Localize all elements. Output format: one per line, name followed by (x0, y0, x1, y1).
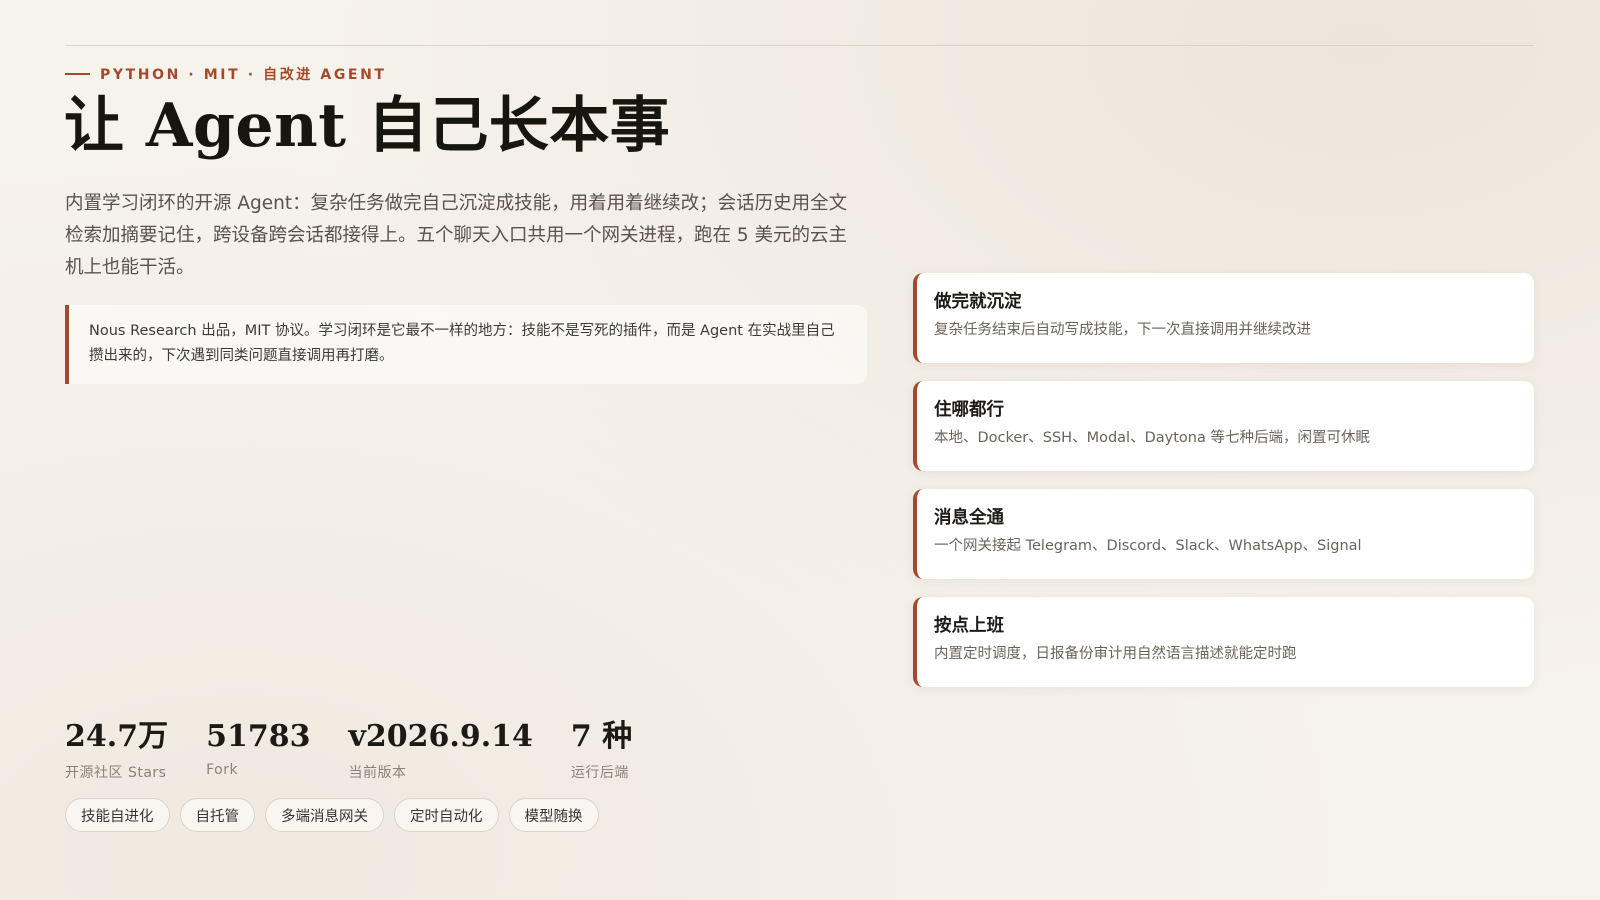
feature-card-messaging: 消息全通 一个网关接起 Telegram、Discord、Slack、Whats… (913, 489, 1534, 579)
feature-desc: 一个网关接起 Telegram、Discord、Slack、WhatsApp、S… (934, 538, 1362, 554)
stat-label: 开源社区 Stars (65, 765, 167, 781)
feature-desc: 复杂任务结束后自动写成技能，下一次直接调用并继续改进 (934, 322, 1311, 338)
callout-note: Nous Research 出品，MIT 协议。学习闭环是它最不一样的地方：技能… (65, 305, 867, 384)
top-divider (65, 45, 1534, 46)
feature-card-skills: 做完就沉淀 复杂任务结束后自动写成技能，下一次直接调用并继续改进 (913, 273, 1534, 363)
feature-desc: 内置定时调度，日报备份审计用自然语言描述就能定时跑 (934, 646, 1297, 662)
stat-stars: 24.7万 开源社区 Stars (65, 715, 168, 782)
eyebrow: PYTHON · MIT · 自改进 AGENT (65, 64, 387, 84)
stat-label: Fork (206, 762, 239, 778)
eyebrow-text: PYTHON · MIT · 自改进 AGENT (100, 67, 387, 83)
feature-title: 做完就沉淀 (934, 292, 1022, 312)
stat-version: v2026.9.14 当前版本 (348, 715, 532, 782)
stat-value: 24.7万 (65, 719, 169, 754)
stats-row: 24.7万 开源社区 Stars 51783 Fork v2026.9.14 当… (65, 715, 632, 782)
stat-forks: 51783 Fork (206, 715, 310, 778)
feature-title: 消息全通 (934, 508, 1004, 528)
callout-text: Nous Research 出品，MIT 协议。学习闭环是它最不一样的地方：技能… (89, 323, 835, 364)
tag-self-hosted[interactable]: 自托管 (179, 798, 255, 832)
tag-list: 技能自进化 自托管 多端消息网关 定时自动化 模型随换 (65, 798, 599, 832)
eyebrow-dash (65, 73, 90, 75)
tag-skill-evolution[interactable]: 技能自进化 (65, 798, 170, 832)
stat-value: 51783 (206, 719, 311, 754)
feature-title: 按点上班 (934, 616, 1004, 636)
stat-backends: 7 种 运行后端 (571, 715, 632, 782)
stat-label: 运行后端 (570, 765, 629, 781)
stat-value: 7 种 (570, 719, 633, 754)
feature-card-scheduling: 按点上班 内置定时调度，日报备份审计用自然语言描述就能定时跑 (913, 597, 1534, 687)
stat-value: v2026.9.14 (348, 719, 533, 754)
feature-card-backends: 住哪都行 本地、Docker、SSH、Modal、Daytona 等七种后端，闲… (913, 381, 1534, 471)
stat-label: 当前版本 (348, 765, 407, 781)
tag-messaging-gateway[interactable]: 多端消息网关 (265, 798, 384, 832)
feature-desc: 本地、Docker、SSH、Modal、Daytona 等七种后端，闲置可休眠 (934, 430, 1370, 446)
tag-scheduled-automation[interactable]: 定时自动化 (394, 798, 499, 832)
feature-title: 住哪都行 (934, 400, 1004, 420)
lead-paragraph: 内置学习闭环的开源 Agent：复杂任务做完自己沉淀成技能，用着用着继续改；会话… (65, 193, 848, 278)
hero-title: 让 Agent 自己长本事 (64, 91, 671, 161)
tag-model-swap[interactable]: 模型随换 (508, 798, 599, 832)
feature-list: 做完就沉淀 复杂任务结束后自动写成技能，下一次直接调用并继续改进 住哪都行 本地… (913, 273, 1534, 687)
